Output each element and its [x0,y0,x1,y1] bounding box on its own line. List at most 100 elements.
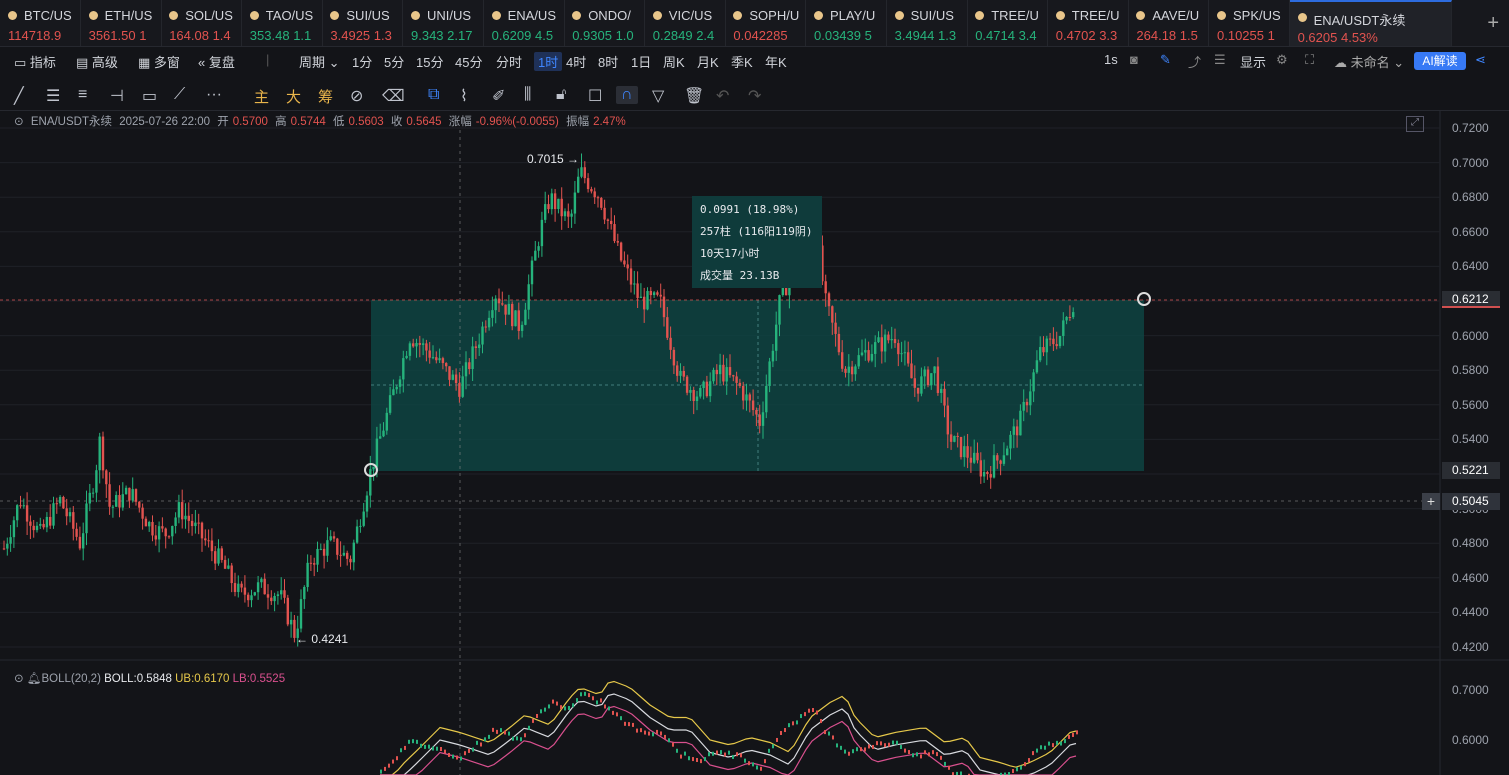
coin-icon [1217,11,1226,20]
magnet-icon[interactable]: ⊘ [350,86,363,106]
share-icon[interactable]: ⤴ [1188,52,1201,71]
candle-body [98,436,101,471]
interval-button[interactable]: 45分 [455,52,482,71]
brush-icon[interactable]: ⟋ [174,86,185,104]
note-icon[interactable]: ✐ [492,86,505,106]
candle-body [982,471,986,477]
ticker-tab[interactable]: TREE/U 0.4714 3.4 [967,0,1049,46]
candle-body [933,366,936,374]
interval-button[interactable]: 5分 [384,52,404,71]
boll-candle [576,698,578,703]
lock-icon[interactable]: 🔓︎ [556,86,566,104]
period-dropdown[interactable]: 周期 ⌄ [299,52,340,71]
chip-distribution-button[interactable]: 筹 [318,86,333,107]
interval-button[interactable]: 年K [765,52,787,71]
ticker-tab[interactable]: ETH/US 3561.50 1 [81,0,162,46]
ticker-tab[interactable]: TAO/US 353.48 1.1 [242,0,323,46]
candle-body [494,298,497,311]
more-tools-icon[interactable]: ··· [206,86,222,104]
multiwindow-label: 多窗 [153,55,180,70]
ticker-tab[interactable]: VIC/US 0.2849 2.4 [645,0,726,46]
expand-icon[interactable]: ⤢ [1406,116,1424,132]
ticker-tab[interactable]: SOL/US 164.08 1.4 [161,0,243,46]
candle-body [926,369,930,386]
layout-name-dropdown[interactable]: ☁ 未命名 ⌄ [1334,52,1404,71]
ticker-tab[interactable]: BTC/US 114718.9 [0,0,81,46]
settings-list-icon[interactable]: ☰ [1214,52,1226,68]
candle-body [197,522,200,524]
coin-icon [249,11,259,20]
magnet-active-icon[interactable]: ∩ [616,86,638,104]
ticker-price: 0.042285 [733,28,787,43]
ticker-tab[interactable]: UNI/US 9.343 2.17 [403,0,484,46]
display-button[interactable]: 显示 [1240,52,1266,71]
interval-button[interactable]: 月K [697,52,719,71]
interval-button[interactable]: 15分 [416,52,443,71]
candle-body [685,376,689,393]
ticker-tab[interactable]: ENA/US 0.6209 4.5 [484,0,565,46]
candle-body [276,594,280,596]
main-force-button[interactable]: 主 [254,86,269,107]
advanced-button[interactable]: ▤ 高级 [76,52,118,71]
ticker-tab[interactable]: ENA/USDT永续 0.6205 4.53% [1289,0,1452,46]
camera-icon[interactable]: ◙ [1130,52,1138,67]
ticker-tab[interactable]: TREE/U 0.4702 3.3 [1048,0,1129,46]
second-interval-button[interactable]: 1s [1104,52,1118,67]
gear-icon[interactable]: ⚙ [1276,52,1288,68]
share-network-icon[interactable]: ⋖ [1475,52,1486,68]
interval-button[interactable]: 1时 [534,52,563,71]
edit-icon[interactable]: ☐ [588,86,602,106]
candle-body [425,343,428,351]
candle-body [672,349,676,366]
horizontal-lines-icon[interactable]: ☰ [46,86,60,106]
ticker-tab[interactable]: SUI/US 3.4925 1.3 [322,0,404,46]
candle-body [1052,338,1055,345]
replay-button[interactable]: « 复盘 [198,52,235,71]
interval-button[interactable]: 8时 [598,52,618,71]
candle-body [682,370,685,377]
fib-icon[interactable]: ⊣ [110,86,124,106]
candle-body [649,290,652,296]
ticker-tab[interactable]: SUI/US 3.4944 1.3 [887,0,968,46]
collapse-icon[interactable]: ⊙ [14,116,24,128]
candle-body [996,455,999,461]
candle-body [52,503,55,526]
parallel-channel-icon[interactable]: ≡ [78,86,87,104]
bars-icon[interactable]: ⫼ [524,86,531,104]
ruler-icon[interactable]: ⌇ [460,86,468,106]
add-tab-icon[interactable]: + [1487,12,1499,35]
redo-icon[interactable]: ↷ [748,86,761,106]
pen-icon[interactable]: ✎ [1160,52,1171,68]
ticker-tab[interactable]: SPK/US 0.10255 1 [1209,0,1290,46]
boll-candle [552,699,554,704]
ticker-tab[interactable]: AAVE/U 264.18 1.5 [1128,0,1210,46]
big-order-button[interactable]: 大 [286,86,301,107]
bell-icon[interactable]: 🔔︎ [27,673,42,685]
ticker-tab[interactable]: ONDO/0.9305 1.0 [564,0,646,46]
trend-line-icon[interactable]: ╱ [14,86,24,106]
interval-button[interactable]: 分时 [496,52,522,71]
interval-button[interactable]: 周K [663,52,685,71]
fullscreen-icon[interactable]: ⛶ [1305,52,1314,68]
interval-button[interactable]: 4时 [566,52,586,71]
measure-icon[interactable]: ⧉ [428,86,439,104]
ai-analysis-button[interactable]: AI解读 [1414,52,1466,70]
ticker-price: 353.48 1.1 [250,28,311,43]
ticker-tab[interactable]: SOPH/U 0.042285 [725,0,807,46]
multiwindow-button[interactable]: ▦ 多窗 [138,52,180,71]
eraser-icon[interactable]: ⌫ [382,86,405,106]
amp-label: 振幅 [566,116,590,128]
undo-icon[interactable]: ↶ [716,86,729,106]
indicators-button[interactable]: ▭ 指标 [14,52,56,71]
trash-icon[interactable]: 🗑︎ [684,86,704,106]
candle-body [220,548,223,560]
interval-button[interactable]: 1分 [352,52,372,71]
interval-button[interactable]: 季K [731,52,753,71]
rectangle-icon[interactable]: ▭ [142,86,157,106]
collapse-icon[interactable]: ⊙ [14,673,24,685]
ticker-tab[interactable]: PLAY/U 0.03439 5 [806,0,887,46]
boll-candle [616,712,618,717]
interval-button[interactable]: 1日 [631,52,651,71]
add-alert-icon[interactable]: + [1422,493,1440,510]
filter-icon[interactable]: ▽ [652,86,664,106]
